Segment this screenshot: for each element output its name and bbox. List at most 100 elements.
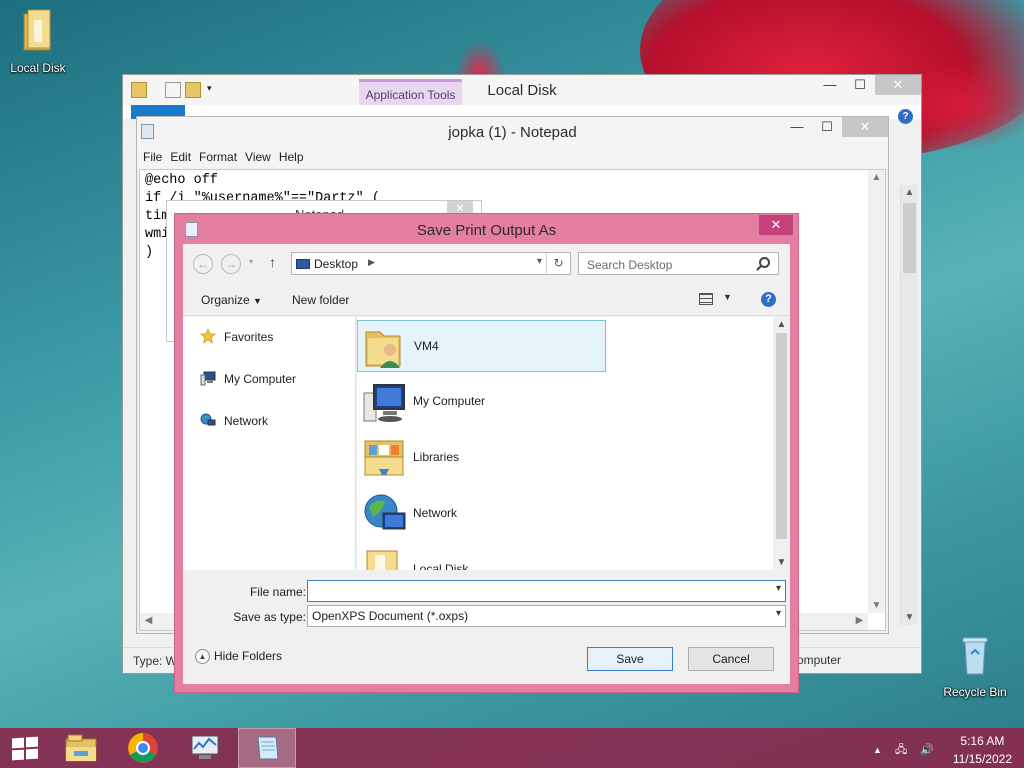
user-folder-icon xyxy=(365,331,401,368)
list-item-vm4[interactable]: VM4 xyxy=(357,320,606,372)
chevron-down-icon[interactable]: ▾ xyxy=(776,608,781,619)
save-type-label: Save as type: xyxy=(233,610,306,624)
chevron-right-icon[interactable]: ▶ xyxy=(368,257,375,268)
scroll-up-icon[interactable]: ▲ xyxy=(868,172,885,183)
maximize-button[interactable]: ☐ xyxy=(812,117,842,137)
close-button[interactable]: ✕ xyxy=(759,215,793,235)
minimize-button[interactable]: — xyxy=(815,75,845,95)
list-item-libraries[interactable]: Libraries xyxy=(357,432,606,484)
recent-dropdown-icon[interactable]: ▾ xyxy=(249,257,253,266)
back-button[interactable]: ← xyxy=(193,254,213,274)
cancel-button[interactable]: Cancel xyxy=(688,647,774,671)
new-folder-button[interactable]: New folder xyxy=(292,293,349,307)
desktop-icon-label: Local Disk xyxy=(10,61,66,75)
address-bar[interactable]: Desktop ▶ ▾ ↻ xyxy=(291,252,571,275)
vertical-scrollbar[interactable]: ▲ ▼ xyxy=(868,170,885,613)
list-item-local-disk[interactable]: Local Disk xyxy=(357,544,606,570)
notepad-titlebar[interactable]: jopka (1) - Notepad — ☐ ✕ xyxy=(137,117,888,145)
maximize-button[interactable]: ☐ xyxy=(845,75,875,95)
nav-item-favorites[interactable]: Favorites xyxy=(200,328,273,344)
close-button[interactable]: ✕ xyxy=(875,75,921,95)
menu-file[interactable]: File xyxy=(143,150,170,164)
chevron-down-icon[interactable]: ▾ xyxy=(776,583,781,594)
scroll-down-icon[interactable]: ▼ xyxy=(901,612,918,623)
list-item-network[interactable]: Network xyxy=(357,488,606,540)
dialog-body: ← → ▾ ↑ Desktop ▶ ▾ ↻ Search Desktop Org… xyxy=(183,244,790,684)
show-hidden-icons-icon[interactable]: ▲ xyxy=(873,745,882,755)
notepad-icon xyxy=(257,736,279,760)
recycle-bin-icon xyxy=(962,637,988,675)
list-item-my-computer[interactable]: My Computer xyxy=(357,376,606,428)
search-box[interactable]: Search Desktop xyxy=(578,252,779,275)
clock[interactable]: 5:16 AM 11/15/2022 xyxy=(953,734,1012,766)
view-options-icon[interactable] xyxy=(699,293,713,305)
menu-edit[interactable]: Edit xyxy=(170,150,199,164)
scroll-right-icon[interactable]: ▶ xyxy=(851,615,868,626)
help-icon[interactable]: ? xyxy=(761,292,776,307)
file-name-input[interactable]: ▾ xyxy=(307,580,786,602)
status-text-right: omputer xyxy=(796,653,841,667)
save-type-select[interactable]: OpenXPS Document (*.oxps) ▾ xyxy=(307,605,786,627)
nav-item-my-computer[interactable]: My Computer xyxy=(200,371,296,386)
search-icon[interactable] xyxy=(759,257,770,268)
file-list-scrollbar[interactable]: ▲ ▼ xyxy=(773,317,790,570)
menu-help[interactable]: Help xyxy=(279,150,312,164)
refresh-icon[interactable]: ↻ xyxy=(546,253,570,274)
scroll-down-icon[interactable]: ▼ xyxy=(868,600,885,611)
save-dialog[interactable]: Save Print Output As ✕ ← → ▾ ↑ Desktop ▶… xyxy=(174,213,799,693)
explorer-scrollbar[interactable]: ▲ ▼ xyxy=(900,185,917,625)
scroll-up-icon[interactable]: ▲ xyxy=(773,319,790,330)
scroll-down-icon[interactable]: ▼ xyxy=(773,557,790,568)
taskbar-file-explorer[interactable] xyxy=(52,728,110,768)
scroll-thumb[interactable] xyxy=(903,203,916,273)
minimize-button[interactable]: — xyxy=(782,117,812,137)
folder-icon xyxy=(23,9,51,51)
chevron-down-icon[interactable]: ▼ xyxy=(723,292,732,302)
clock-date: 11/15/2022 xyxy=(952,752,1012,766)
chrome-icon xyxy=(128,733,158,763)
system-tray: ▲ 🖧 🔊 xyxy=(873,741,934,760)
dialog-footer: ▲ Hide Folders Save Cancel xyxy=(183,634,790,684)
help-icon[interactable]: ? xyxy=(898,109,913,124)
navigation-row: ← → ▾ ↑ Desktop ▶ ▾ ↻ Search Desktop xyxy=(183,244,790,282)
address-text[interactable]: Desktop xyxy=(314,257,358,271)
folder-icon xyxy=(366,550,398,570)
dialog-titlebar[interactable]: Save Print Output As ✕ xyxy=(175,214,798,244)
desktop-icon-label: Recycle Bin xyxy=(943,685,1007,699)
scroll-thumb[interactable] xyxy=(776,333,787,539)
desktop-icon xyxy=(296,259,310,269)
volume-icon[interactable]: 🔊 xyxy=(920,744,934,756)
clock-time: 5:16 AM xyxy=(960,734,1005,748)
close-button[interactable]: ✕ xyxy=(842,117,888,137)
chevron-down-icon: ▼ xyxy=(253,296,262,306)
scroll-left-icon[interactable]: ◀ xyxy=(140,615,157,626)
up-arrow-icon[interactable]: ↑ xyxy=(269,254,276,270)
scroll-up-icon[interactable]: ▲ xyxy=(901,187,918,198)
nav-item-network[interactable]: Network xyxy=(200,413,268,428)
organize-button[interactable]: Organize ▼ xyxy=(201,293,262,307)
taskbar-chrome[interactable] xyxy=(114,728,172,768)
network-tray-icon[interactable]: 🖧 xyxy=(895,744,907,756)
desktop-icon-recycle-bin[interactable]: Recycle Bin xyxy=(937,630,1013,699)
taskbar-resource-monitor[interactable] xyxy=(176,728,234,768)
desktop-icon-local-disk[interactable]: Local Disk xyxy=(0,6,76,75)
menu-format[interactable]: Format xyxy=(199,150,245,164)
menu-bar: File Edit Format View Help xyxy=(137,145,888,169)
hide-folders-button[interactable]: ▲ Hide Folders xyxy=(195,649,282,665)
file-name-label: File name: xyxy=(249,585,306,599)
dialog-title: Save Print Output As xyxy=(416,222,557,239)
forward-button[interactable]: → xyxy=(221,254,241,274)
navigation-pane: Favorites My Computer Network xyxy=(183,317,356,570)
start-button[interactable] xyxy=(12,736,38,761)
explorer-titlebar[interactable]: ▾ Application Tools Local Disk — ☐ ✕ xyxy=(123,75,921,107)
file-explorer-icon xyxy=(65,734,97,762)
taskbar-notepad[interactable] xyxy=(238,728,296,768)
computer-icon xyxy=(200,371,216,386)
window-title: Local Disk xyxy=(487,82,557,99)
network-icon xyxy=(200,413,216,426)
menu-view[interactable]: View xyxy=(245,150,279,164)
star-icon xyxy=(200,328,216,344)
chevron-down-icon[interactable]: ▾ xyxy=(537,256,542,267)
save-button[interactable]: Save xyxy=(587,647,673,671)
search-input[interactable]: Search Desktop xyxy=(587,258,672,272)
